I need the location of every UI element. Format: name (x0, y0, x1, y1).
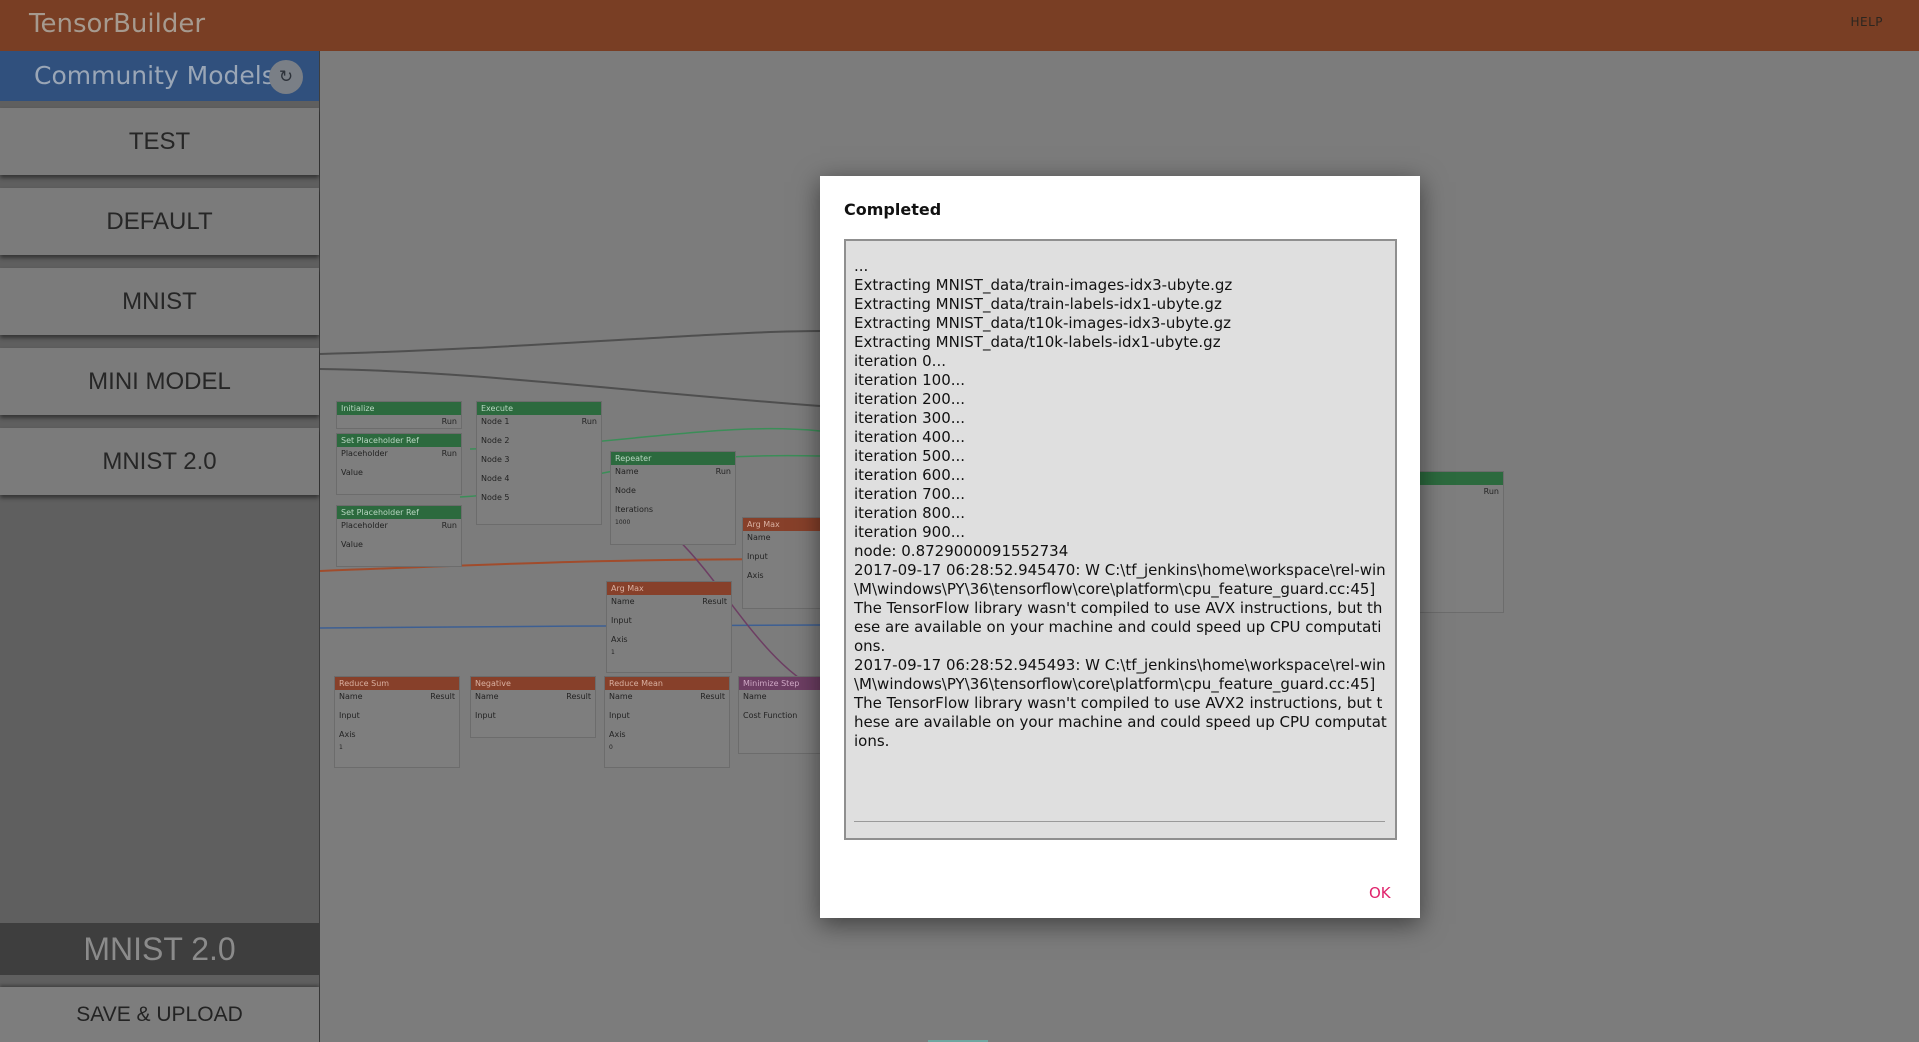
log-line: iteration 200... (854, 390, 966, 408)
log-line: Extracting MNIST_data/train-images-idx3-… (854, 276, 1233, 294)
log-line: iteration 500... (854, 447, 966, 465)
log-line: iteration 400... (854, 428, 966, 446)
log-line: iteration 100... (854, 371, 966, 389)
log-line: 2017-09-17 06:28:52.945493: W C:\tf_jenk… (854, 656, 1386, 693)
log-line: The TensorFlow library wasn't compiled t… (854, 599, 1383, 655)
log-line: iteration 900... (854, 523, 966, 541)
log-line: iteration 300... (854, 409, 966, 427)
completed-dialog: Completed ... Extracting MNIST_data/train… (820, 176, 1420, 918)
log-line: Extracting MNIST_data/t10k-labels-idx1-u… (854, 333, 1221, 351)
log-line: 2017-09-17 06:28:52.945470: W C:\tf_jenk… (854, 561, 1386, 598)
log-line: Extracting MNIST_data/train-labels-idx1-… (854, 295, 1222, 313)
log-line: The TensorFlow library wasn't compiled t… (854, 694, 1387, 750)
log-line: iteration 0... (854, 352, 946, 370)
log-output[interactable]: ... Extracting MNIST_data/train-images-id… (844, 239, 1397, 840)
dialog-title: Completed (844, 200, 942, 219)
log-line: iteration 600... (854, 466, 966, 484)
log-text: ... Extracting MNIST_data/train-images-id… (854, 257, 1389, 751)
log-line: node: 0.8729000091552734 (854, 542, 1069, 560)
log-line: ... (854, 257, 869, 275)
ok-button[interactable]: OK (1369, 884, 1391, 902)
log-line: iteration 700... (854, 485, 966, 503)
log-line: Extracting MNIST_data/t10k-images-idx3-u… (854, 314, 1232, 332)
log-separator (854, 821, 1385, 822)
log-line: iteration 800... (854, 504, 966, 522)
